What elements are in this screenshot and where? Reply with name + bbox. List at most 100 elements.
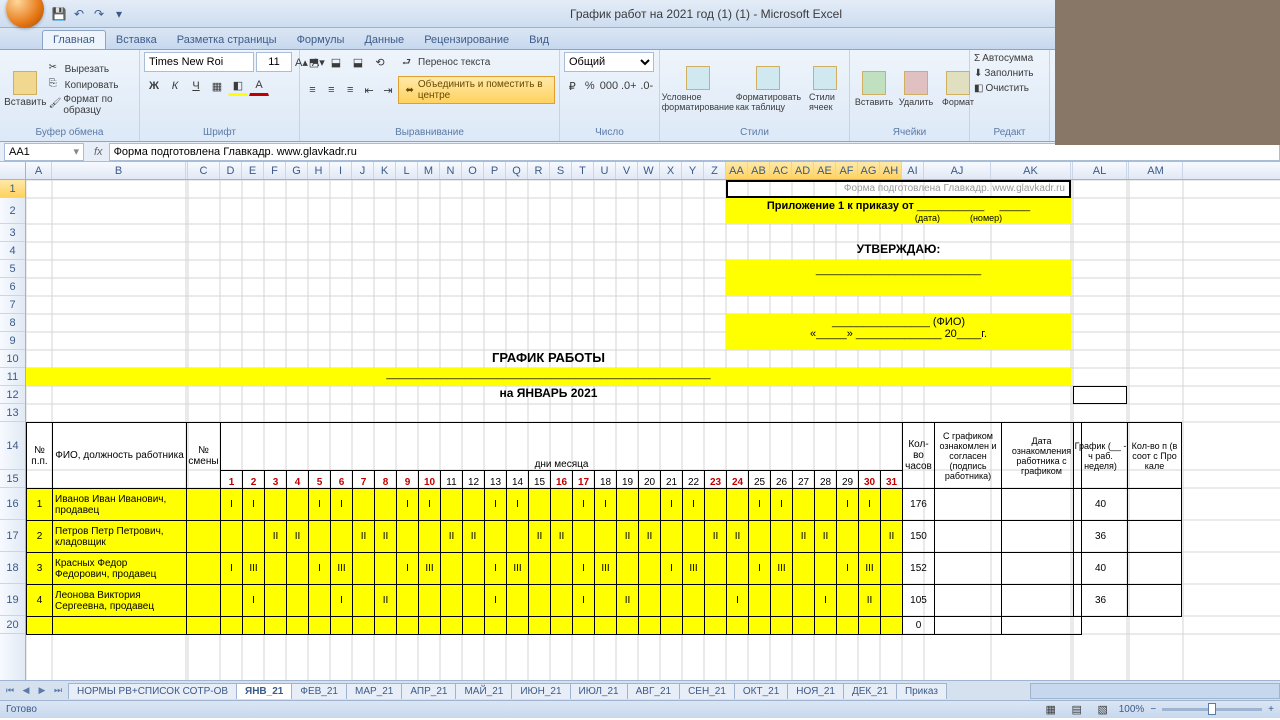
paste-button[interactable]: Вставить <box>4 69 47 110</box>
col-header[interactable]: M <box>418 162 440 179</box>
dec-decimal-icon[interactable]: .0- <box>639 76 655 96</box>
row-header[interactable]: 11 <box>0 368 25 386</box>
col-header[interactable]: V <box>616 162 638 179</box>
col-header[interactable]: R <box>528 162 550 179</box>
row-header[interactable]: 13 <box>0 404 25 422</box>
col-header[interactable]: G <box>286 162 308 179</box>
col-header[interactable]: E <box>242 162 264 179</box>
horizontal-scrollbar[interactable] <box>1030 683 1280 699</box>
fill-button[interactable]: ⬇ Заполнить <box>974 67 1045 80</box>
merge-center-button[interactable]: ⬌Объединить и поместить в центре <box>398 76 555 104</box>
col-header[interactable]: O <box>462 162 484 179</box>
row-header[interactable]: 10 <box>0 350 25 368</box>
col-header[interactable]: H <box>308 162 330 179</box>
fx-icon[interactable]: fx <box>88 146 109 158</box>
row-header[interactable]: 19 <box>0 584 25 616</box>
bold-button[interactable]: Ж <box>144 76 164 96</box>
row-header[interactable]: 12 <box>0 386 25 404</box>
col-header[interactable]: Q <box>506 162 528 179</box>
fill-color-button[interactable]: ◧ <box>228 76 248 96</box>
row-header[interactable]: 7 <box>0 296 25 314</box>
underline-button[interactable]: Ч <box>186 76 206 96</box>
qat-dropdown-icon[interactable]: ▾ <box>110 5 128 23</box>
sheet-tab[interactable]: АВГ_21 <box>627 683 680 699</box>
col-header[interactable]: L <box>396 162 418 179</box>
sheet-tab[interactable]: ЯНВ_21 <box>236 683 292 699</box>
zoom-slider[interactable] <box>1162 708 1262 711</box>
col-header[interactable]: P <box>484 162 506 179</box>
formula-input[interactable]: Форма подготовлена Главкадр. www.glavkad… <box>109 143 1280 161</box>
row-header[interactable]: 15 <box>0 470 25 488</box>
col-header[interactable]: AK <box>991 162 1071 179</box>
select-all-corner[interactable] <box>0 162 26 179</box>
tab-view[interactable]: Вид <box>519 31 559 49</box>
sheet-tab[interactable]: ОКТ_21 <box>734 683 788 699</box>
view-layout-icon[interactable]: ▤ <box>1067 700 1087 720</box>
sheet-tab[interactable]: ДЕК_21 <box>843 683 897 699</box>
col-header[interactable]: W <box>638 162 660 179</box>
undo-icon[interactable]: ↶ <box>70 5 88 23</box>
col-header[interactable]: AA <box>726 162 748 179</box>
row-header[interactable]: 5 <box>0 260 25 278</box>
tab-formulas[interactable]: Формулы <box>287 31 355 49</box>
col-header[interactable]: AE <box>814 162 836 179</box>
view-break-icon[interactable]: ▧ <box>1093 700 1113 720</box>
save-icon[interactable]: 💾 <box>50 5 68 23</box>
row-header[interactable]: 8 <box>0 314 25 332</box>
last-sheet-icon[interactable]: ⏭ <box>50 683 66 699</box>
tab-review[interactable]: Рецензирование <box>414 31 519 49</box>
clear-button[interactable]: ◧ Очистить <box>974 82 1045 95</box>
number-format-select[interactable]: Общий <box>564 52 654 72</box>
row-header[interactable]: 16 <box>0 488 25 520</box>
col-header[interactable]: U <box>594 162 616 179</box>
row-header[interactable]: 6 <box>0 278 25 296</box>
col-header[interactable]: AH <box>880 162 902 179</box>
delete-cells-button[interactable]: Удалить <box>896 69 936 109</box>
col-header[interactable]: I <box>330 162 352 179</box>
align-middle-icon[interactable]: ⬓ <box>326 52 346 72</box>
inc-decimal-icon[interactable]: .0+ <box>620 76 638 96</box>
zoom-in-icon[interactable]: + <box>1268 704 1274 715</box>
border-button[interactable]: ▦ <box>207 76 227 96</box>
tab-layout[interactable]: Разметка страницы <box>167 31 287 49</box>
cells-area[interactable]: Форма подготовлена Главкадр. www.glavkad… <box>26 180 1280 680</box>
col-header[interactable]: AD <box>792 162 814 179</box>
autosum-button[interactable]: Σ Автосумма <box>974 52 1045 65</box>
indent-inc-icon[interactable]: ⇥ <box>380 80 397 100</box>
col-header[interactable]: T <box>572 162 594 179</box>
next-sheet-icon[interactable]: ▶ <box>34 683 50 699</box>
row-header[interactable]: 14 <box>0 422 25 470</box>
col-header[interactable]: K <box>374 162 396 179</box>
row-header[interactable]: 17 <box>0 520 25 552</box>
sheet-tab[interactable]: ФЕВ_21 <box>291 683 347 699</box>
col-header[interactable]: Z <box>704 162 726 179</box>
first-sheet-icon[interactable]: ⏮ <box>2 683 18 699</box>
italic-button[interactable]: К <box>165 76 185 96</box>
tab-data[interactable]: Данные <box>354 31 414 49</box>
cell-styles-button[interactable]: Стили ячеек <box>805 64 845 114</box>
row-header[interactable]: 4 <box>0 242 25 260</box>
font-size-select[interactable] <box>256 52 292 72</box>
insert-cells-button[interactable]: Вставить <box>854 69 894 109</box>
cond-format-button[interactable]: Условное форматирование <box>664 64 732 114</box>
row-header[interactable]: 9 <box>0 332 25 350</box>
col-header[interactable]: X <box>660 162 682 179</box>
col-header[interactable]: D <box>220 162 242 179</box>
col-header[interactable]: B <box>52 162 186 179</box>
col-header[interactable]: N <box>440 162 462 179</box>
percent-icon[interactable]: % <box>581 76 597 96</box>
prev-sheet-icon[interactable]: ◀ <box>18 683 34 699</box>
col-header[interactable]: J <box>352 162 374 179</box>
comma-icon[interactable]: 000 <box>599 76 619 96</box>
col-header[interactable]: AI <box>902 162 924 179</box>
align-top-icon[interactable]: ⬒ <box>304 52 324 72</box>
col-header[interactable]: AB <box>748 162 770 179</box>
align-left-icon[interactable]: ≡ <box>304 80 321 100</box>
sheet-tab[interactable]: ИЮЛ_21 <box>570 683 628 699</box>
cut-button[interactable]: ✂Вырезать <box>49 61 135 77</box>
sheet-tab[interactable]: СЕН_21 <box>679 683 735 699</box>
orientation-icon[interactable]: ⟲ <box>370 52 390 72</box>
row-header[interactable]: 18 <box>0 552 25 584</box>
sheet-tab[interactable]: АПР_21 <box>401 683 456 699</box>
col-header[interactable]: Y <box>682 162 704 179</box>
